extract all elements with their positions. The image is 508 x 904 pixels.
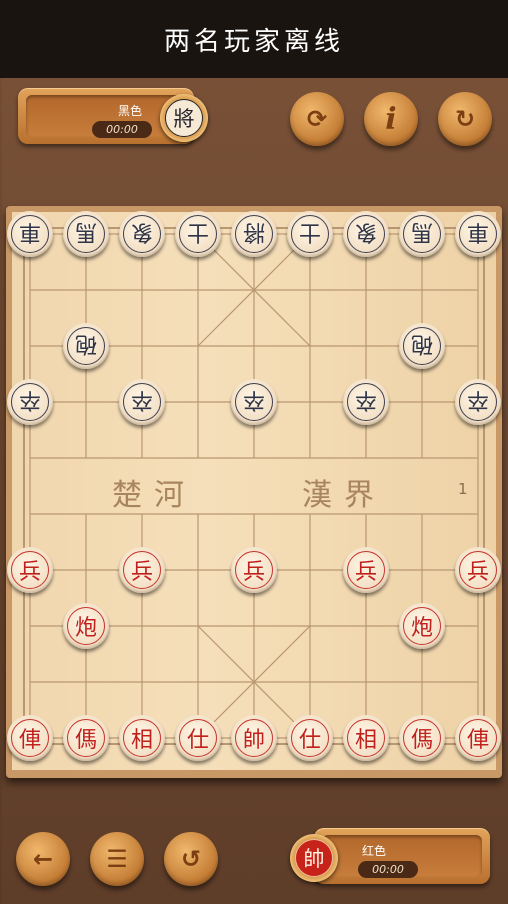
undo-button[interactable]: ↺ bbox=[164, 832, 218, 886]
black-piece[interactable]: 將 bbox=[231, 211, 277, 257]
river-label-han: 漢界 bbox=[302, 478, 386, 513]
red-player-panel: 红色 00:00 bbox=[314, 828, 490, 884]
red-piece[interactable]: 帥 bbox=[231, 715, 277, 761]
black-piece[interactable]: 車 bbox=[7, 211, 53, 257]
piece-label: 兵 bbox=[459, 551, 497, 589]
piece-label: 兵 bbox=[235, 551, 273, 589]
black-piece[interactable]: 砲 bbox=[399, 323, 445, 369]
piece-label: 仕 bbox=[179, 719, 217, 757]
piece-label: 士 bbox=[291, 215, 329, 253]
piece-label: 兵 bbox=[123, 551, 161, 589]
black-piece[interactable]: 卒 bbox=[7, 379, 53, 425]
red-piece[interactable]: 兵 bbox=[7, 547, 53, 593]
piece-label: 砲 bbox=[403, 327, 441, 365]
piece-label: 車 bbox=[11, 215, 49, 253]
piece-label: 俥 bbox=[459, 719, 497, 757]
red-piece[interactable]: 俥 bbox=[7, 715, 53, 761]
piece-label: 卒 bbox=[11, 383, 49, 421]
piece-label: 象 bbox=[347, 215, 385, 253]
piece-label: 卒 bbox=[235, 383, 273, 421]
menu-icon: ☰ bbox=[106, 845, 128, 873]
piece-label: 砲 bbox=[67, 327, 105, 365]
black-piece[interactable]: 馬 bbox=[63, 211, 109, 257]
piece-label: 炮 bbox=[67, 607, 105, 645]
red-piece[interactable]: 兵 bbox=[119, 547, 165, 593]
piece-label: 帥 bbox=[235, 719, 273, 757]
black-piece[interactable]: 士 bbox=[287, 211, 333, 257]
piece-label: 炮 bbox=[403, 607, 441, 645]
piece-label: 仕 bbox=[291, 719, 329, 757]
red-general-badge: 帥 bbox=[295, 839, 333, 877]
piece-label: 馬 bbox=[403, 215, 441, 253]
black-piece[interactable]: 士 bbox=[175, 211, 221, 257]
red-piece[interactable]: 炮 bbox=[63, 603, 109, 649]
black-piece[interactable]: 卒 bbox=[231, 379, 277, 425]
piece-label: 兵 bbox=[11, 551, 49, 589]
board-grid bbox=[23, 227, 485, 745]
piece-label: 相 bbox=[123, 719, 161, 757]
red-piece[interactable]: 兵 bbox=[231, 547, 277, 593]
red-piece[interactable]: 兵 bbox=[343, 547, 389, 593]
piece-label: 傌 bbox=[403, 719, 441, 757]
red-player-name: 红色 bbox=[362, 844, 387, 858]
red-piece[interactable]: 兵 bbox=[455, 547, 501, 593]
black-piece[interactable]: 象 bbox=[119, 211, 165, 257]
black-piece[interactable]: 馬 bbox=[399, 211, 445, 257]
red-piece[interactable]: 傌 bbox=[399, 715, 445, 761]
piece-label: 傌 bbox=[67, 719, 105, 757]
black-piece[interactable]: 卒 bbox=[119, 379, 165, 425]
red-piece[interactable]: 相 bbox=[119, 715, 165, 761]
red-piece[interactable]: 炮 bbox=[399, 603, 445, 649]
red-player-timer: 00:00 bbox=[358, 861, 418, 878]
black-piece[interactable]: 卒 bbox=[343, 379, 389, 425]
piece-label: 兵 bbox=[347, 551, 385, 589]
piece-label: 卒 bbox=[459, 383, 497, 421]
piece-label: 俥 bbox=[11, 719, 49, 757]
back-button[interactable]: ← bbox=[16, 832, 70, 886]
piece-label: 士 bbox=[179, 215, 217, 253]
piece-label: 相 bbox=[347, 719, 385, 757]
black-piece[interactable]: 象 bbox=[343, 211, 389, 257]
red-piece[interactable]: 仕 bbox=[287, 715, 333, 761]
red-piece[interactable]: 仕 bbox=[175, 715, 221, 761]
piece-label: 卒 bbox=[347, 383, 385, 421]
red-piece[interactable]: 相 bbox=[343, 715, 389, 761]
red-player-avatar: 帥 bbox=[290, 834, 338, 882]
piece-label: 車 bbox=[459, 215, 497, 253]
black-piece[interactable]: 卒 bbox=[455, 379, 501, 425]
menu-button[interactable]: ☰ bbox=[90, 832, 144, 886]
black-piece[interactable]: 砲 bbox=[63, 323, 109, 369]
piece-label: 將 bbox=[235, 215, 273, 253]
back-arrow-icon: ← bbox=[32, 845, 54, 873]
red-piece[interactable]: 傌 bbox=[63, 715, 109, 761]
move-counter: 1 bbox=[458, 480, 468, 498]
undo-icon: ↺ bbox=[180, 845, 202, 873]
piece-label: 象 bbox=[123, 215, 161, 253]
piece-label: 馬 bbox=[67, 215, 105, 253]
red-piece[interactable]: 俥 bbox=[455, 715, 501, 761]
black-piece[interactable]: 車 bbox=[455, 211, 501, 257]
piece-label: 卒 bbox=[123, 383, 161, 421]
river-label-chu: 楚河 bbox=[112, 478, 196, 513]
